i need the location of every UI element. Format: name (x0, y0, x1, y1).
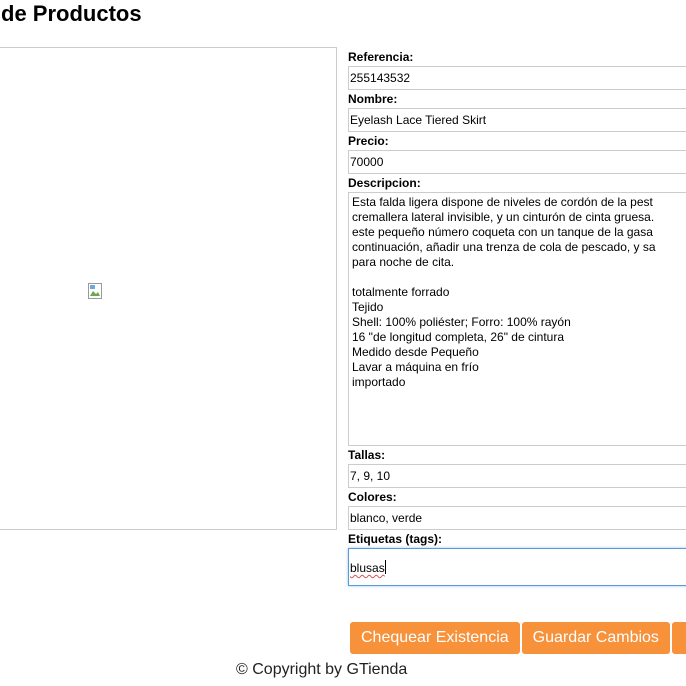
check-stock-button[interactable]: Chequear Existencia (350, 622, 520, 654)
referencia-label: Referencia: (348, 50, 414, 64)
colores-field[interactable]: blanco, verde (348, 506, 686, 530)
tallas-label: Tallas: (348, 448, 386, 462)
product-page: de Productos Referencia: 255143532 Nombr… (0, 0, 686, 686)
precio-field[interactable]: 70000 (348, 150, 686, 174)
etiquetas-value: blusas (350, 561, 385, 575)
more-button[interactable] (671, 622, 686, 654)
product-image-panel (0, 47, 337, 530)
tallas-field[interactable]: 7, 9, 10 (348, 464, 686, 488)
etiquetas-field[interactable]: blusas (348, 548, 686, 586)
precio-label: Precio: (348, 134, 389, 148)
colores-label: Colores: (348, 490, 397, 504)
nombre-label: Nombre: (348, 92, 398, 106)
broken-image-icon (88, 283, 102, 299)
text-caret (384, 560, 386, 574)
nombre-field[interactable]: Eyelash Lace Tiered Skirt (348, 108, 686, 132)
descripcion-textarea[interactable]: Esta falda ligera dispone de niveles de … (348, 192, 686, 446)
page-title: de Productos (1, 1, 142, 26)
referencia-field[interactable]: 255143532 (348, 66, 686, 90)
product-form: Referencia: 255143532 Nombre: Eyelash La… (348, 48, 686, 586)
copyright-footer: © Copyright by GTienda (236, 661, 408, 678)
save-changes-button[interactable]: Guardar Cambios (521, 622, 670, 654)
action-buttons: Chequear Existencia Guardar Cambios (350, 622, 686, 654)
etiquetas-label: Etiquetas (tags): (348, 532, 443, 546)
descripcion-label: Descripcion: (348, 176, 421, 190)
